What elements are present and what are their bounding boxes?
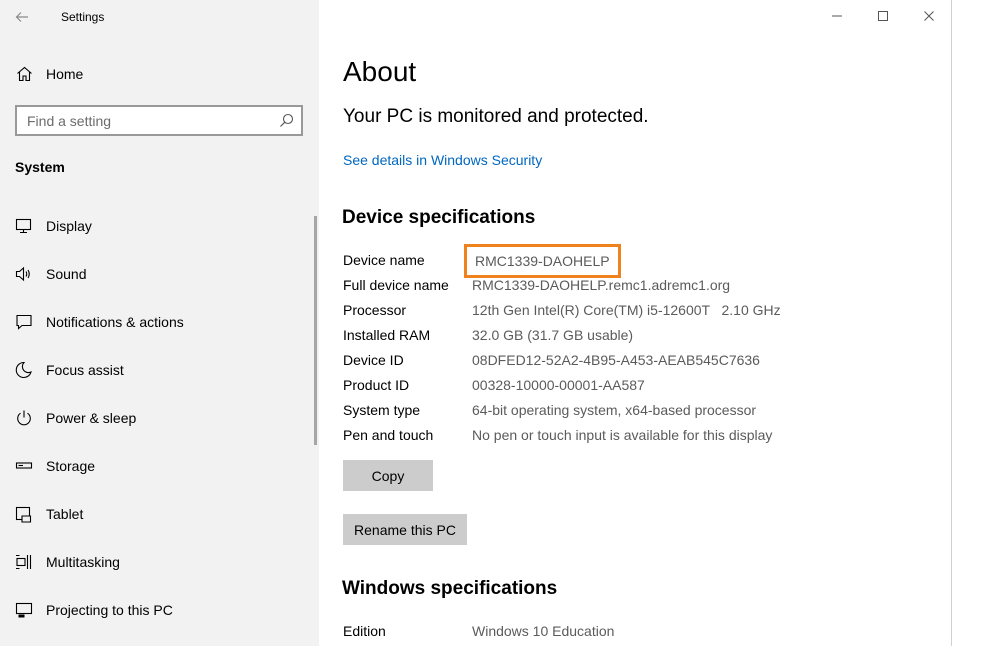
sidebar-item-label: Multitasking bbox=[46, 554, 120, 570]
spec-label: Product ID bbox=[343, 377, 410, 393]
sidebar-item-projecting[interactable]: Projecting to this PC bbox=[0, 586, 316, 634]
sidebar-item-storage[interactable]: Storage bbox=[0, 442, 316, 490]
spec-value: 12th Gen Intel(R) Core(TM) i5-12600T 2.1… bbox=[472, 302, 781, 318]
page-title: About bbox=[343, 56, 417, 87]
spec-value: Windows 10 Education bbox=[472, 623, 615, 639]
sidebar-item-power-sleep[interactable]: Power & sleep bbox=[0, 394, 316, 442]
home-icon bbox=[16, 66, 33, 82]
maximize-icon bbox=[878, 11, 888, 21]
spec-value: RMC1339-DAOHELP.remc1.adremc1.org bbox=[472, 277, 731, 293]
sidebar-item-label: Display bbox=[46, 218, 92, 234]
spec-label: Processor bbox=[343, 302, 407, 318]
sidebar-item-label: Tablet bbox=[46, 506, 84, 522]
copy-button[interactable]: Copy bbox=[343, 460, 433, 491]
notification-icon bbox=[15, 313, 33, 331]
spec-row-pen-touch: Pen and touch No pen or touch input is a… bbox=[343, 422, 923, 447]
device-specifications-heading: Device specifications bbox=[342, 207, 536, 228]
back-arrow-icon bbox=[15, 12, 28, 22]
sidebar-item-tablet[interactable]: Tablet bbox=[0, 490, 316, 538]
sidebar-item-notifications[interactable]: Notifications & actions bbox=[0, 298, 316, 346]
speaker-icon bbox=[15, 265, 33, 283]
sidebar-nav-list: Display Sound Notifications & actions Fo… bbox=[0, 202, 316, 634]
rename-pc-button[interactable]: Rename this PC bbox=[343, 514, 467, 545]
spec-label: Installed RAM bbox=[343, 327, 431, 343]
spec-label: Full device name bbox=[343, 277, 449, 293]
spec-label: Device name bbox=[343, 252, 425, 268]
sidebar-item-multitasking[interactable]: Multitasking bbox=[0, 538, 316, 586]
spec-value: 64-bit operating system, x64-based proce… bbox=[472, 402, 757, 418]
spec-row-processor: Processor 12th Gen Intel(R) Core(TM) i5-… bbox=[343, 297, 923, 322]
sidebar-item-home[interactable]: Home bbox=[0, 60, 319, 88]
spec-row-edition: Edition Windows 10 Education bbox=[343, 618, 923, 643]
search-input[interactable] bbox=[17, 107, 273, 134]
maximize-button[interactable] bbox=[860, 0, 906, 32]
spec-row-system-type: System type 64-bit operating system, x64… bbox=[343, 397, 923, 422]
close-button[interactable] bbox=[906, 0, 951, 32]
sidebar-item-display[interactable]: Display bbox=[0, 202, 316, 250]
sidebar-item-label: Storage bbox=[46, 458, 96, 474]
sidebar-item-label: Sound bbox=[46, 266, 87, 282]
spec-row-installed-ram: Installed RAM 32.0 GB (31.7 GB usable) bbox=[343, 322, 923, 347]
device-specifications-list: Device name RMC1339-DAOHELP Full device … bbox=[343, 244, 923, 447]
spec-row-full-device-name: Full device name RMC1339-DAOHELP.remc1.a… bbox=[343, 272, 923, 297]
sidebar-item-label: Notifications & actions bbox=[46, 314, 184, 330]
sidebar-item-label: Home bbox=[46, 66, 84, 82]
spec-row-device-name: Device name RMC1339-DAOHELP bbox=[343, 244, 923, 278]
windows-security-link[interactable]: See details in Windows Security bbox=[343, 152, 542, 168]
close-icon bbox=[924, 11, 934, 21]
spec-value: No pen or touch input is available for t… bbox=[472, 427, 773, 443]
window-controls bbox=[814, 0, 951, 32]
spec-label: System type bbox=[343, 402, 421, 418]
back-button[interactable] bbox=[8, 6, 36, 28]
sidebar-item-label: Power & sleep bbox=[46, 410, 137, 426]
section-title: System bbox=[15, 159, 65, 175]
spec-label: Pen and touch bbox=[343, 427, 434, 443]
sidebar: Settings Home System bbox=[0, 0, 319, 646]
app-title: Settings bbox=[61, 10, 105, 24]
settings-window: Settings Home System bbox=[0, 0, 952, 646]
tablet-icon bbox=[15, 505, 33, 523]
sidebar-item-label: Focus assist bbox=[46, 362, 124, 378]
multitasking-icon bbox=[15, 553, 33, 571]
storage-icon bbox=[15, 457, 33, 475]
spec-row-device-id: Device ID 08DFED12-52A2-4B95-A453-AEAB54… bbox=[343, 347, 923, 372]
minimize-icon bbox=[832, 15, 842, 17]
spec-value: 32.0 GB (31.7 GB usable) bbox=[472, 327, 634, 343]
sidebar-item-focus-assist[interactable]: Focus assist bbox=[0, 346, 316, 394]
sidebar-scrollbar[interactable] bbox=[314, 216, 317, 445]
sidebar-item-sound[interactable]: Sound bbox=[0, 250, 316, 298]
search-box bbox=[15, 105, 303, 136]
minimize-button[interactable] bbox=[814, 0, 860, 32]
windows-specifications-heading: Windows specifications bbox=[342, 578, 558, 599]
search-icon[interactable] bbox=[279, 113, 294, 128]
projecting-icon bbox=[15, 601, 33, 619]
main-content: About Your PC is monitored and protected… bbox=[319, 0, 951, 646]
spec-value: 00328-10000-00001-AA587 bbox=[472, 377, 645, 393]
protection-status: Your PC is monitored and protected. bbox=[343, 106, 649, 127]
spec-label: Device ID bbox=[343, 352, 404, 368]
spec-label: Edition bbox=[343, 623, 386, 639]
spec-row-product-id: Product ID 00328-10000-00001-AA587 bbox=[343, 372, 923, 397]
sidebar-item-label: Projecting to this PC bbox=[46, 602, 173, 618]
moon-icon bbox=[15, 361, 33, 379]
power-icon bbox=[15, 409, 33, 427]
spec-value: 08DFED12-52A2-4B95-A453-AEAB545C7636 bbox=[472, 352, 760, 368]
monitor-icon bbox=[15, 217, 33, 235]
